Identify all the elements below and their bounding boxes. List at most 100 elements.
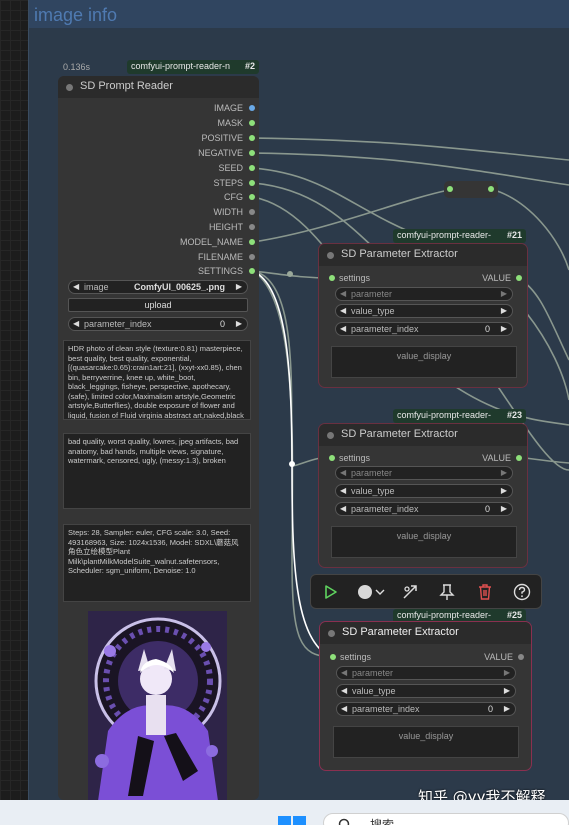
parameter-index-stepper[interactable]: ◀ parameter_index 0 ▶ — [335, 322, 513, 336]
parameter-index-stepper[interactable]: ◀ parameter_index 0 ▶ — [335, 502, 513, 516]
arrow-left-icon[interactable]: ◀ — [341, 686, 347, 695]
arrow-right-icon[interactable]: ▶ — [504, 704, 510, 713]
pin-button[interactable] — [435, 581, 459, 603]
value-type-combo[interactable]: ◀ value_type ▶ — [335, 484, 513, 498]
color-button[interactable] — [355, 581, 387, 603]
value-type-combo[interactable]: ◀ value_type ▶ — [335, 304, 513, 318]
output-label: NEGATIVE — [198, 148, 243, 158]
output-port-settings[interactable] — [249, 268, 255, 274]
input-port-settings[interactable] — [329, 275, 335, 281]
output-label: SETTINGS — [197, 266, 243, 276]
value-display: value_display — [331, 526, 517, 558]
settings-textarea[interactable]: Steps: 28, Sampler: euler, CFG scale: 3.… — [63, 524, 251, 602]
reroute-out-port[interactable] — [488, 186, 494, 192]
output-port-value[interactable] — [516, 275, 522, 281]
value-display: value_display — [331, 346, 517, 378]
arrow-right-icon[interactable]: ▶ — [501, 324, 507, 333]
widget-value: 0 — [487, 704, 493, 714]
reroute-in-port[interactable] — [447, 186, 453, 192]
sd-parameter-extractor-node[interactable]: SD Parameter Extractor settings VALUE ◀ … — [319, 424, 527, 567]
output-port-value[interactable] — [516, 455, 522, 461]
collapse-dot[interactable] — [328, 630, 335, 637]
output-port-model-name[interactable] — [249, 239, 255, 245]
windows-start-icon[interactable] — [278, 816, 306, 825]
arrow-right-icon[interactable]: ▶ — [236, 319, 242, 328]
arrow-left-icon[interactable]: ◀ — [340, 468, 346, 477]
arrow-right-icon[interactable]: ▶ — [501, 306, 507, 315]
collapse-dot[interactable] — [327, 252, 334, 259]
arrow-left-icon[interactable]: ◀ — [340, 486, 346, 495]
arrow-right-icon[interactable]: ▶ — [501, 468, 507, 477]
sd-parameter-extractor-node[interactable]: SD Parameter Extractor settings VALUE ◀ … — [320, 622, 531, 770]
node-title-bar[interactable]: SD Parameter Extractor — [319, 424, 527, 446]
value-type-combo[interactable]: ◀ value_type ▶ — [336, 684, 516, 698]
output-port-height[interactable] — [249, 224, 255, 230]
output-port-image[interactable] — [249, 105, 255, 111]
arrow-left-icon[interactable]: ◀ — [340, 324, 346, 333]
arrow-left-icon[interactable]: ◀ — [341, 668, 347, 677]
arrow-right-icon[interactable]: ▶ — [501, 486, 507, 495]
input-label: settings — [340, 652, 372, 662]
node-title-bar[interactable]: SD Parameter Extractor — [319, 244, 527, 266]
arrow-left-icon[interactable]: ◀ — [340, 504, 346, 513]
output-port-mask[interactable] — [249, 120, 255, 126]
bypass-button[interactable] — [398, 581, 422, 603]
output-label: CFG — [224, 192, 243, 202]
run-button[interactable] — [319, 581, 343, 603]
badge-name: comfyui-prompt-reader-n — [131, 61, 231, 71]
output-port-filename[interactable] — [249, 254, 255, 260]
node-badge: comfyui-prompt-reader-n #2 — [127, 60, 259, 74]
widget-label: image — [84, 282, 109, 292]
arrow-right-icon[interactable]: ▶ — [501, 504, 507, 513]
collapse-dot[interactable] — [327, 432, 334, 439]
taskbar-search-box[interactable] — [323, 813, 569, 825]
arrow-left-icon[interactable]: ◀ — [341, 704, 347, 713]
input-label: settings — [339, 273, 371, 283]
input-port-settings[interactable] — [329, 455, 335, 461]
parameter-combo[interactable]: ◀ parameter ▶ — [335, 287, 513, 301]
image-preview — [88, 611, 227, 801]
node-title-bar[interactable]: SD Parameter Extractor — [320, 622, 531, 644]
badge-id: #21 — [506, 230, 522, 240]
help-button[interactable] — [510, 581, 534, 603]
node-title: SD Parameter Extractor — [341, 428, 458, 440]
sd-parameter-extractor-node[interactable]: SD Parameter Extractor settings VALUE ◀ … — [319, 244, 527, 387]
output-port-positive[interactable] — [249, 135, 255, 141]
upload-button[interactable]: upload — [68, 298, 248, 312]
search-icon — [338, 818, 350, 825]
parameter-index-stepper[interactable]: ◀ parameter_index 0 ▶ — [68, 317, 248, 331]
arrow-right-icon[interactable]: ▶ — [504, 686, 510, 695]
arrow-left-icon[interactable]: ◀ — [340, 306, 346, 315]
group-header[interactable]: image info — [29, 0, 569, 28]
output-label: MODEL_NAME — [179, 237, 243, 247]
arrow-left-icon[interactable]: ◀ — [73, 282, 79, 291]
output-label: MASK — [217, 118, 243, 128]
widget-label: value_type — [352, 686, 396, 696]
output-label: WIDTH — [213, 207, 244, 217]
output-port-negative[interactable] — [249, 150, 255, 156]
node-badge: comfyui-prompt-reader- #25 — [393, 609, 526, 623]
delete-button[interactable] — [473, 581, 497, 603]
parameter-combo[interactable]: ◀ parameter ▶ — [336, 666, 516, 680]
input-port-settings[interactable] — [330, 654, 336, 660]
output-port-seed[interactable] — [249, 165, 255, 171]
arrow-right-icon[interactable]: ▶ — [501, 289, 507, 298]
group-title: image info — [34, 5, 118, 25]
output-port-width[interactable] — [249, 209, 255, 215]
node-title-bar[interactable]: SD Prompt Reader — [58, 76, 259, 98]
anime-figure-image — [88, 611, 227, 801]
collapse-dot[interactable] — [66, 84, 73, 91]
arrow-right-icon[interactable]: ▶ — [236, 282, 242, 291]
output-port-value[interactable] — [518, 654, 524, 660]
image-combo[interactable]: ◀ image ComfyUI_00625_.png ▶ — [68, 280, 248, 294]
negative-prompt-textarea[interactable]: bad quality, worst quality, lowres, jpeg… — [63, 433, 251, 509]
output-port-steps[interactable] — [249, 180, 255, 186]
arrow-left-icon[interactable]: ◀ — [340, 289, 346, 298]
output-port-cfg[interactable] — [249, 194, 255, 200]
positive-prompt-textarea[interactable]: HDR photo of clean style (texture:0.81) … — [63, 340, 251, 420]
parameter-index-stepper[interactable]: ◀ parameter_index 0 ▶ — [336, 702, 516, 716]
arrow-right-icon[interactable]: ▶ — [504, 668, 510, 677]
arrow-left-icon[interactable]: ◀ — [73, 319, 79, 328]
reroute-node[interactable] — [444, 181, 498, 198]
parameter-combo[interactable]: ◀ parameter ▶ — [335, 466, 513, 480]
